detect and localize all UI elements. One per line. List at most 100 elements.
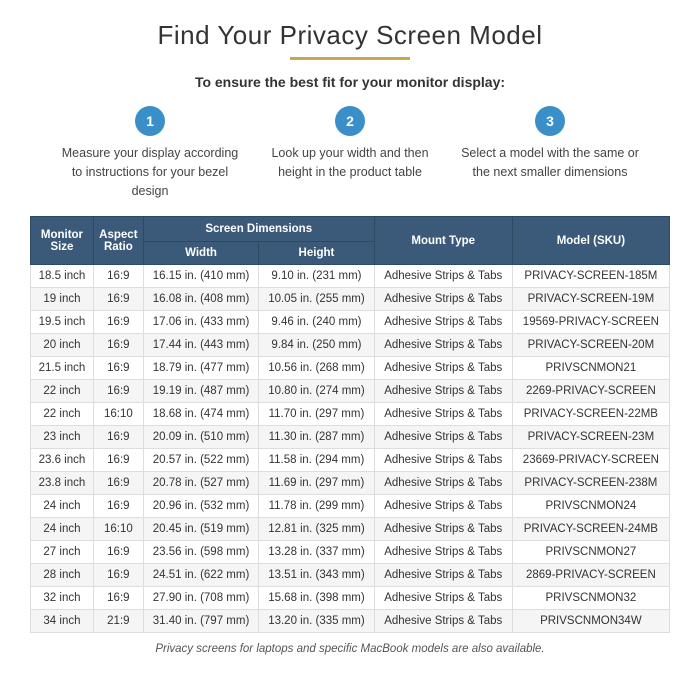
step-1: 1 Measure your display according to inst… [50,106,250,200]
cell-width: 20.78 in. (527 mm) [143,472,258,495]
cell-size: 23.8 inch [31,472,94,495]
cell-mount: Adhesive Strips & Tabs [374,541,512,564]
cell-size: 21.5 inch [31,357,94,380]
cell-width: 27.90 in. (708 mm) [143,587,258,610]
cell-mount: Adhesive Strips & Tabs [374,426,512,449]
cell-aspect: 16:9 [93,449,143,472]
cell-height: 11.70 in. (297 mm) [259,403,374,426]
cell-aspect: 16:9 [93,357,143,380]
cell-mount: Adhesive Strips & Tabs [374,380,512,403]
cell-size: 20 inch [31,334,94,357]
cell-mount: Adhesive Strips & Tabs [374,610,512,633]
cell-width: 24.51 in. (622 mm) [143,564,258,587]
cell-height: 10.56 in. (268 mm) [259,357,374,380]
cell-sku: 2869-PRIVACY-SCREEN [512,564,669,587]
title-underline [290,57,410,60]
step-3-text: Select a model with the same or the next… [460,144,640,182]
table-row: 28 inch 16:9 24.51 in. (622 mm) 13.51 in… [31,564,670,587]
cell-size: 22 inch [31,403,94,426]
cell-size: 27 inch [31,541,94,564]
cell-sku: PRIVACY-SCREEN-24MB [512,518,669,541]
cell-size: 19 inch [31,288,94,311]
table-row: 23.6 inch 16:9 20.57 in. (522 mm) 11.58 … [31,449,670,472]
cell-sku: PRIVSCNMON24 [512,495,669,518]
cell-height: 11.30 in. (287 mm) [259,426,374,449]
cell-width: 31.40 in. (797 mm) [143,610,258,633]
cell-sku: PRIVSCNMON27 [512,541,669,564]
cell-height: 13.51 in. (343 mm) [259,564,374,587]
col-model-sku: Model (SKU) [512,217,669,265]
cell-aspect: 16:9 [93,472,143,495]
cell-mount: Adhesive Strips & Tabs [374,288,512,311]
cell-mount: Adhesive Strips & Tabs [374,495,512,518]
cell-aspect: 16:9 [93,311,143,334]
cell-size: 23 inch [31,426,94,449]
cell-sku: 19569-PRIVACY-SCREEN [512,311,669,334]
cell-height: 13.20 in. (335 mm) [259,610,374,633]
cell-height: 9.46 in. (240 mm) [259,311,374,334]
cell-aspect: 21:9 [93,610,143,633]
col-monitor-size: MonitorSize [31,217,94,265]
cell-aspect: 16:9 [93,265,143,288]
cell-sku: 23669-PRIVACY-SCREEN [512,449,669,472]
cell-aspect: 16:9 [93,587,143,610]
cell-width: 19.19 in. (487 mm) [143,380,258,403]
table-row: 32 inch 16:9 27.90 in. (708 mm) 15.68 in… [31,587,670,610]
cell-aspect: 16:10 [93,403,143,426]
cell-sku: PRIVACY-SCREEN-22MB [512,403,669,426]
table-row: 18.5 inch 16:9 16.15 in. (410 mm) 9.10 i… [31,265,670,288]
col-aspect-ratio: AspectRatio [93,217,143,265]
cell-size: 22 inch [31,380,94,403]
cell-size: 32 inch [31,587,94,610]
cell-sku: 2269-PRIVACY-SCREEN [512,380,669,403]
cell-mount: Adhesive Strips & Tabs [374,564,512,587]
cell-size: 24 inch [31,518,94,541]
cell-sku: PRIVACY-SCREEN-238M [512,472,669,495]
cell-width: 18.79 in. (477 mm) [143,357,258,380]
cell-height: 9.84 in. (250 mm) [259,334,374,357]
table-row: 24 inch 16:9 20.96 in. (532 mm) 11.78 in… [31,495,670,518]
cell-mount: Adhesive Strips & Tabs [374,334,512,357]
cell-sku: PRIVSCNMON21 [512,357,669,380]
cell-mount: Adhesive Strips & Tabs [374,357,512,380]
step-1-number: 1 [135,106,165,136]
steps-row: 1 Measure your display according to inst… [30,106,670,200]
table-row: 19.5 inch 16:9 17.06 in. (433 mm) 9.46 i… [31,311,670,334]
table-row: 23 inch 16:9 20.09 in. (510 mm) 11.30 in… [31,426,670,449]
cell-mount: Adhesive Strips & Tabs [374,449,512,472]
cell-mount: Adhesive Strips & Tabs [374,311,512,334]
cell-size: 19.5 inch [31,311,94,334]
cell-size: 18.5 inch [31,265,94,288]
cell-size: 34 inch [31,610,94,633]
cell-size: 28 inch [31,564,94,587]
cell-height: 10.80 in. (274 mm) [259,380,374,403]
cell-width: 20.57 in. (522 mm) [143,449,258,472]
cell-size: 23.6 inch [31,449,94,472]
table-row: 22 inch 16:9 19.19 in. (487 mm) 10.80 in… [31,380,670,403]
cell-width: 20.45 in. (519 mm) [143,518,258,541]
col-height: Height [259,242,374,265]
cell-size: 24 inch [31,495,94,518]
cell-mount: Adhesive Strips & Tabs [374,587,512,610]
cell-sku: PRIVACY-SCREEN-23M [512,426,669,449]
cell-aspect: 16:9 [93,426,143,449]
product-table: MonitorSize AspectRatio Screen Dimension… [30,216,670,633]
cell-width: 16.15 in. (410 mm) [143,265,258,288]
cell-mount: Adhesive Strips & Tabs [374,518,512,541]
cell-mount: Adhesive Strips & Tabs [374,472,512,495]
step-2: 2 Look up your width and then height in … [250,106,450,200]
table-row: 19 inch 16:9 16.08 in. (408 mm) 10.05 in… [31,288,670,311]
step-2-text: Look up your width and then height in th… [260,144,440,182]
step-1-text: Measure your display according to instru… [60,144,240,200]
cell-aspect: 16:9 [93,564,143,587]
subtitle: To ensure the best fit for your monitor … [30,74,670,90]
cell-width: 20.09 in. (510 mm) [143,426,258,449]
cell-width: 17.44 in. (443 mm) [143,334,258,357]
cell-width: 23.56 in. (598 mm) [143,541,258,564]
table-row: 22 inch 16:10 18.68 in. (474 mm) 11.70 i… [31,403,670,426]
cell-aspect: 16:9 [93,334,143,357]
cell-width: 17.06 in. (433 mm) [143,311,258,334]
cell-aspect: 16:9 [93,380,143,403]
cell-height: 11.58 in. (294 mm) [259,449,374,472]
cell-aspect: 16:9 [93,541,143,564]
